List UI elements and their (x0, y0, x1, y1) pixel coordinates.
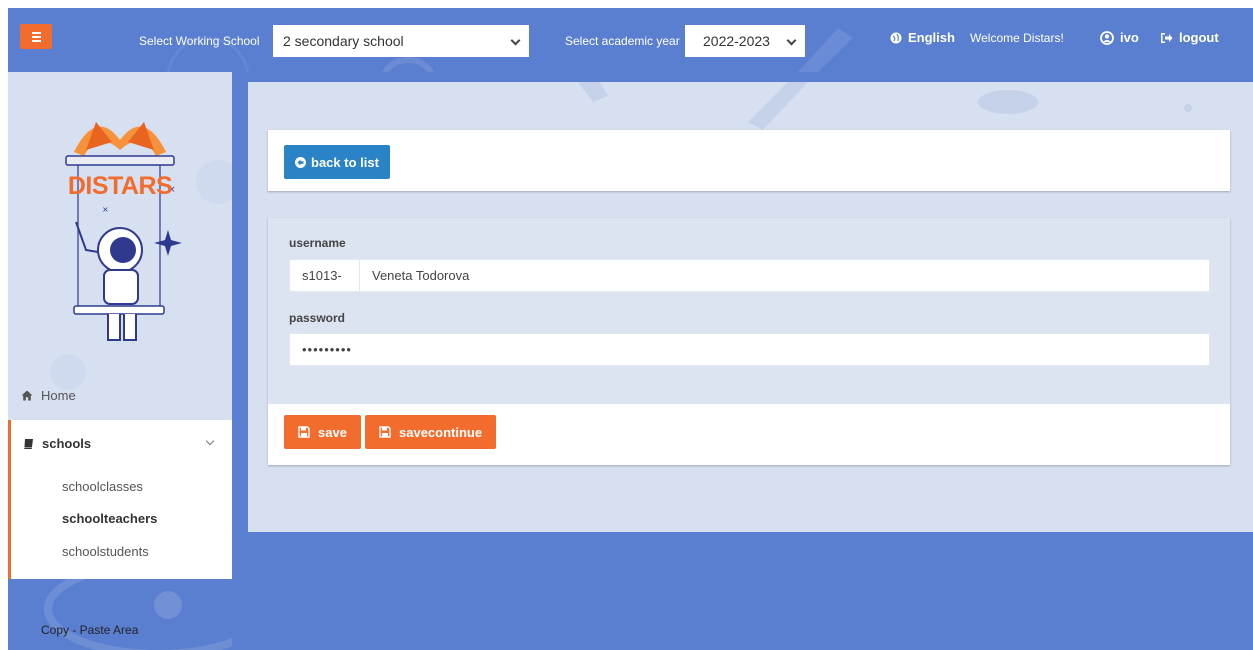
globe-icon (890, 32, 902, 43)
sidebar-item-label: Home (41, 388, 76, 403)
back-card: back to list (268, 130, 1230, 191)
logo-text: DISTARS (67, 172, 173, 200)
back-to-list-button[interactable]: back to list (284, 145, 390, 179)
language-selector[interactable]: English (890, 30, 955, 45)
sidebar-item-schools[interactable]: schools (23, 436, 91, 451)
sidebar-item-home[interactable]: Home (21, 388, 76, 403)
top-bar: Select Working School 2 secondary school… (8, 8, 1253, 72)
chevron-down-icon[interactable] (205, 436, 215, 446)
home-icon (21, 390, 33, 401)
language-label: English (908, 30, 955, 45)
welcome-text: Welcome Distars! (970, 31, 1064, 45)
year-select-value: 2022-2023 (703, 33, 770, 49)
password-label: password (289, 311, 346, 325)
copy-paste-area[interactable]: Copy - Paste Area (41, 623, 138, 637)
sidebar-subitem-schoolstudents[interactable]: schoolstudents (62, 544, 149, 559)
year-select[interactable]: 2022-2023 (685, 25, 805, 57)
username-input-group: s1013- Veneta Todorova (289, 259, 1210, 292)
sidebar: × × DISTARS Home schools schoolclasses s… (8, 72, 232, 650)
floppy-disk-icon (379, 426, 391, 438)
save-button[interactable]: save (284, 415, 361, 449)
user-icon (1100, 30, 1114, 45)
back-to-list-label: back to list (311, 154, 379, 170)
arrow-left-circle-icon (295, 156, 306, 168)
welcome-label: Welcome Distars! (970, 31, 1064, 45)
book-icon (24, 438, 33, 449)
year-select-label: Select academic year (565, 34, 680, 48)
user-menu[interactable]: ivo (1100, 30, 1139, 45)
form-actions: save savecontinue (268, 404, 1230, 465)
svg-text:×: × (102, 205, 109, 214)
floppy-disk-icon (298, 426, 310, 438)
logout-label: logout (1179, 30, 1219, 45)
savecontinue-label: savecontinue (399, 424, 483, 440)
sidebar-item-label: schools (42, 436, 92, 451)
sidebar-subitem-schoolteachers[interactable]: schoolteachers (62, 511, 157, 526)
sidebar-group-schools: schools schoolclasses schoolteachers sch… (8, 420, 232, 579)
save-label: save (318, 424, 347, 440)
logout-icon (1161, 32, 1173, 43)
savecontinue-button[interactable]: savecontinue (365, 415, 497, 449)
school-select-value: 2 secondary school (283, 33, 404, 49)
user-name: ivo (1120, 30, 1139, 45)
logout-link[interactable]: logout (1160, 30, 1219, 45)
username-prefix: s1013- (290, 260, 360, 291)
orbit-decoration (44, 579, 232, 650)
chevron-down-icon (510, 35, 521, 46)
menu-toggle-button[interactable] (20, 24, 52, 49)
username-field[interactable]: Veneta Todorova (360, 260, 1209, 291)
teacher-form-card: username s1013- Veneta Todorova password… (268, 218, 1230, 465)
distars-logo: × × (65, 122, 182, 341)
chevron-down-icon (786, 35, 797, 46)
username-label: username (289, 236, 346, 250)
password-field[interactable]: ••••••••• (289, 333, 1210, 366)
sidebar-subitem-schoolclasses[interactable]: schoolclasses (62, 479, 143, 494)
sidebar-footer: Copy - Paste Area (8, 579, 232, 650)
school-select[interactable]: 2 secondary school (273, 25, 529, 57)
school-select-label: Select Working School (139, 34, 260, 48)
